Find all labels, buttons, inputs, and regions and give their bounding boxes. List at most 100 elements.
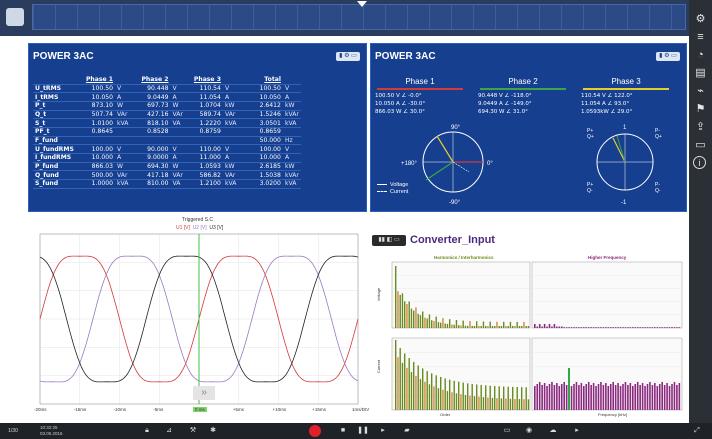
table-cell: kVA [224, 119, 237, 127]
table-cell [115, 127, 130, 136]
table-cell: 0.8659 [259, 128, 281, 136]
table-cell: W [172, 102, 179, 110]
table-cell: P_fund [35, 163, 59, 171]
table-cell [185, 136, 223, 145]
svg-text:Q+: Q+ [655, 134, 662, 140]
tag-icon[interactable]: ▸ [570, 426, 584, 436]
phase2-column: Phase 2 90.448 V ∠ -118.0° 9.0449 A ∠ -1… [478, 77, 568, 115]
table-cell: 0.8528 [147, 128, 169, 136]
print-icon[interactable]: ▭ [693, 138, 708, 153]
table-cell: I_fundRMS [35, 154, 72, 162]
harmonics-chart [391, 261, 683, 411]
voltage-axis-label: Voltage [376, 287, 382, 302]
table-cell: I_tRMS [35, 93, 59, 101]
table-row: S_fund 1.0000 kVA 810.00 VA 1.2100 kVA 3.0200 kV… [33, 180, 301, 189]
legend-u3: U3 [V] [209, 225, 224, 231]
table-cell: 90.000 [147, 145, 169, 153]
table-cell: 3.0200 [259, 180, 281, 188]
settings-alt-icon[interactable]: ✱ [206, 426, 220, 436]
phase3-column: Phase 3 110.54 V ∠ 122.0° 11.054 A ∠ 93.… [581, 77, 671, 115]
phase1-current: 10.050 A ∠ -30.0° [375, 101, 426, 107]
table-cell: V [284, 145, 290, 153]
marker-icon[interactable]: ⌁ [693, 84, 708, 99]
table-cell: kW [224, 102, 235, 110]
table-cell: A [224, 93, 230, 101]
info-icon[interactable]: i [693, 156, 706, 169]
cursor-icon[interactable]: ⊿ [162, 426, 176, 436]
waveform-panel[interactable]: Triggered S.C U1 [V] U2 [V] U3 [V] » -20… [28, 214, 369, 420]
legend-u2: U2 [V] [192, 225, 207, 231]
gear-icon[interactable]: ⚙ [693, 12, 708, 27]
skip-icon[interactable]: ▸ [376, 426, 390, 436]
report-icon[interactable]: ▤ [693, 66, 708, 81]
table-cell: V [117, 84, 122, 92]
folder-icon[interactable]: ▰ [398, 426, 416, 436]
converter-panel[interactable]: Harmonics / Interharmonics Higher Freque… [370, 252, 687, 420]
user-icon[interactable]: ◉ [522, 426, 536, 436]
phase3-current: 11.054 A ∠ 93.0° [581, 101, 630, 107]
table-cell: 0.8645 [91, 128, 113, 136]
pause-icon[interactable]: ❚❚ [356, 426, 370, 436]
table-cell [283, 127, 301, 136]
order-axis-label: Order [440, 412, 451, 417]
panel-tools[interactable]: ▮ ⚙ ▭ [656, 52, 680, 61]
legend-u1: U1 [V] [176, 225, 190, 231]
x-tick-label: -15ms [73, 407, 87, 412]
table-cell: 100.50 [91, 84, 113, 92]
fullscreen-icon[interactable]: ⤢ [690, 426, 704, 436]
x-tick-label: +5ms [232, 407, 244, 412]
table-row: S_t 1.0100 kVA 818.10 VA 1.2220 kVA 3.0501 kVA [33, 119, 301, 128]
phase1-voltage: 100.50 V ∠ -0.0° [375, 93, 422, 99]
x-tick-label: -20ms [34, 407, 47, 412]
flag-icon[interactable]: ⚑ [693, 102, 708, 117]
screen-icon[interactable]: ▭ [500, 426, 514, 436]
waveform-x-ticks: -20ms -15ms -10ms -5ms 0 ms +5ms +10ms +15ms 1ms… [28, 407, 369, 417]
menu-icon[interactable]: ≡ [693, 30, 708, 45]
phasor-bottom-label: -90° [449, 200, 461, 206]
table-cell: 9.0000 [147, 154, 169, 162]
table-header: Total [264, 75, 281, 83]
table-cell [130, 136, 170, 145]
table-cell: W [172, 163, 179, 171]
timeline-overview[interactable] [32, 1, 686, 30]
table-cell: 586.82 [199, 171, 221, 179]
panel-tools[interactable]: ▮ ⚙ ▭ [336, 52, 360, 61]
svg-text:Q-: Q- [587, 188, 593, 194]
power-table-panel[interactable]: POWER 3AC ▮ ⚙ ▭ Phase 1 Phase 2 Phase 3 Tot… [28, 43, 367, 212]
date-text: 03.05.2016 [40, 431, 63, 436]
export-icon[interactable]: ⇪ [693, 120, 708, 135]
table-cell: 100.50 [259, 84, 281, 92]
stop-icon[interactable]: ■ [336, 426, 350, 436]
record-button[interactable] [309, 425, 321, 437]
table-header [283, 75, 301, 84]
table-cell: U_fundRMS [35, 145, 74, 153]
phase2-voltage: 90.448 V ∠ -118.0° [478, 93, 532, 99]
phase2-current: 9.0449 A ∠ -149.0° [478, 101, 532, 107]
table-cell: 1.2220 [199, 119, 221, 127]
phasor-panel[interactable]: POWER 3AC ▮ ⚙ ▭ Phase 1 100.50 V ∠ -0.0°… [370, 43, 687, 212]
table-cell: 1.0593 [199, 163, 221, 171]
table-cell: 2.6412 [259, 102, 281, 110]
table-cell: 873.10 [91, 102, 113, 110]
converter-tools[interactable]: ▮▮ ◧ ▭ [372, 235, 406, 246]
page-indicator: 1/30 [8, 428, 18, 434]
table-cell: U_tRMS [35, 84, 62, 92]
phase1-column: Phase 1 100.50 V ∠ -0.0° 10.050 A ∠ -30.… [375, 77, 465, 115]
table-cell: S_t [35, 119, 46, 127]
timeline-cursor[interactable] [357, 1, 367, 7]
table-cell: 1.0100 [91, 119, 113, 127]
x-tick-label: +10ms [272, 407, 287, 412]
lock-icon[interactable]: 🔒︎ [140, 426, 154, 436]
table-cell [223, 136, 245, 145]
gauge-icon[interactable]: ◔ [693, 48, 708, 63]
cloud-icon[interactable]: ☁ [546, 426, 560, 436]
expand-button[interactable]: » [193, 386, 215, 400]
table-cell: kW [224, 163, 235, 171]
camera-icon[interactable] [6, 8, 24, 26]
panel-title: POWER 3AC [375, 51, 436, 62]
table-header [33, 75, 79, 84]
table-cell: 10.000 [259, 154, 281, 162]
table-cell: kVA [117, 180, 129, 188]
settings-icon[interactable]: ⚒ [186, 426, 200, 436]
x-tick-label: 0 ms [193, 407, 207, 412]
